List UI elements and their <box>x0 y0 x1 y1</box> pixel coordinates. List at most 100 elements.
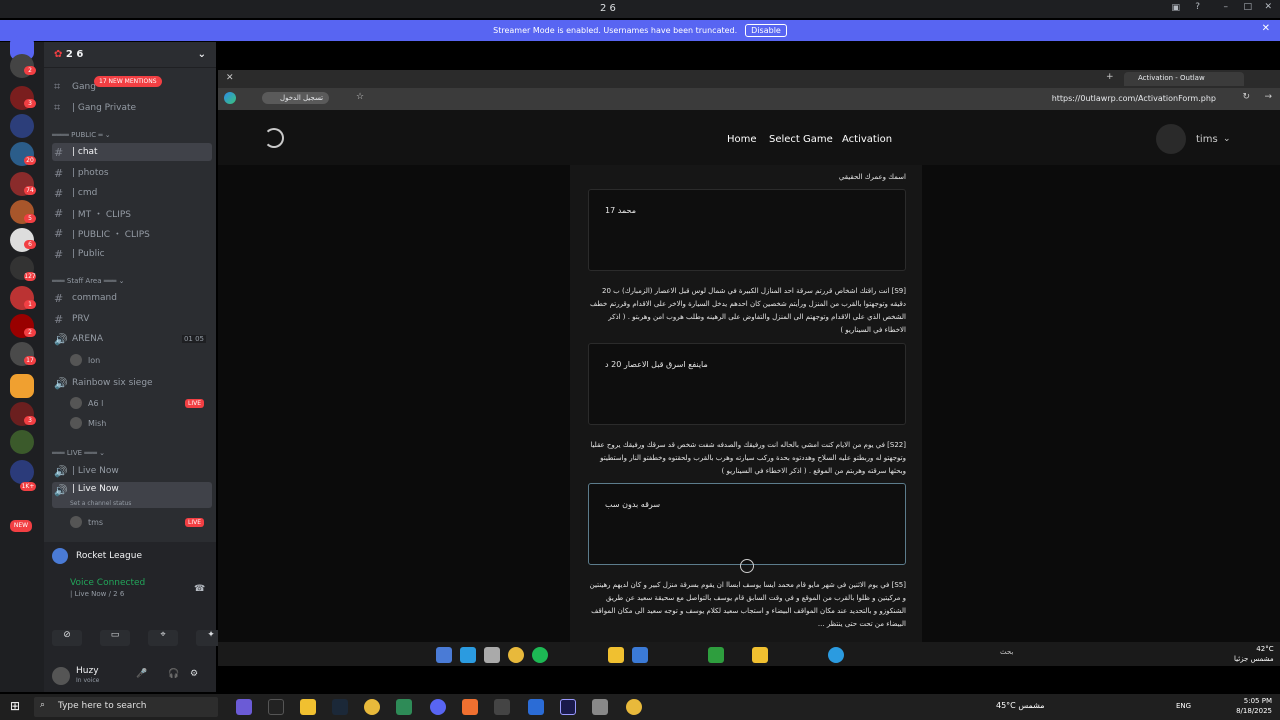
answer-2-textarea[interactable]: ماينفع اسرق قبل الاعصار 20 د <box>588 343 906 425</box>
user-name: Huzy <box>76 666 99 676</box>
telegram-icon[interactable] <box>828 647 844 663</box>
folder-icon[interactable] <box>752 647 768 663</box>
minimize-icon[interactable]: – <box>1224 2 1229 12</box>
tab-activation[interactable]: Activation - Outlaw <box>1124 72 1244 86</box>
disconnect-icon[interactable]: ☎ <box>194 584 205 594</box>
settings-icon[interactable]: ⚙ <box>190 669 198 679</box>
category-public[interactable]: ════ PUBLIC ═ ⌄ <box>52 131 111 139</box>
server-header[interactable]: ✿ 2 6 ⌄ <box>44 42 216 68</box>
edge-icon[interactable] <box>224 92 236 104</box>
address-bar: تسجيل الدخول ☆ https://0utlawrp.com/Acti… <box>218 88 1280 110</box>
voice-user[interactable]: tms LIVE <box>70 516 210 528</box>
chrome-icon[interactable] <box>364 699 380 715</box>
nav-home[interactable]: Home <box>727 134 757 145</box>
steam-icon[interactable] <box>632 647 648 663</box>
folder-icon[interactable] <box>10 374 34 398</box>
close-window-icon[interactable]: ✕ <box>226 73 234 83</box>
remote-taskbar: بحث 42°C مشمس جزئيا <box>218 642 1280 666</box>
voice-channel[interactable]: | Live Now / 2 6 <box>70 590 124 598</box>
channel-rainbow-six[interactable]: 🔊 Rainbow six siege <box>52 374 212 392</box>
chevron-down-icon[interactable]: ⌄ <box>198 49 206 60</box>
weather-widget[interactable]: 45°C مشمس <box>996 701 1045 710</box>
new-tab-icon[interactable]: + <box>1106 72 1114 82</box>
signin-button[interactable]: تسجيل الدخول <box>262 92 330 104</box>
chrome-icon[interactable] <box>626 699 642 715</box>
refresh-icon[interactable]: ↻ <box>1242 92 1250 102</box>
search-icon: ⌕ <box>40 700 46 710</box>
channel-live-now[interactable]: 🔊 | Live Now <box>52 462 212 480</box>
inbox-icon[interactable]: ▣ <box>1171 3 1180 13</box>
app-icon[interactable] <box>484 647 500 663</box>
user-avatar[interactable] <box>52 667 70 685</box>
app-icon[interactable] <box>528 699 544 715</box>
category-staff[interactable]: ═══ Staff Area ═══ ⌄ <box>52 277 124 285</box>
channel-cmd[interactable]: # | cmd <box>52 184 212 202</box>
app-icon[interactable] <box>592 699 608 715</box>
voice-user[interactable]: A6 l LIVE <box>70 397 210 409</box>
steam-icon[interactable] <box>332 699 348 715</box>
app-icon[interactable] <box>236 699 252 715</box>
server-icon[interactable] <box>10 460 34 484</box>
after-effects-icon[interactable] <box>560 699 576 715</box>
remote-search[interactable]: بحث <box>1000 648 1013 656</box>
activity-button[interactable]: ⌖ <box>148 630 178 646</box>
taskbar-search[interactable]: ⌕ Type here to search <box>34 697 218 717</box>
channel-arena[interactable]: 🔊 ARENA 01 05 <box>52 330 212 348</box>
channel-prv[interactable]: # PRV <box>52 310 212 328</box>
speaker-icon: 🔊 <box>54 376 68 390</box>
channel-public[interactable]: # | Public <box>52 245 212 263</box>
app-icon[interactable] <box>396 699 412 715</box>
close-icon[interactable]: ✕ <box>1264 2 1272 12</box>
app-icon[interactable] <box>608 647 624 663</box>
profile-name[interactable]: tims <box>1196 134 1218 145</box>
channel-photos[interactable]: # | photos <box>52 164 212 182</box>
file-explorer-icon[interactable] <box>300 699 316 715</box>
clock[interactable]: 5:05 PM 8/18/2025 <box>1236 696 1272 716</box>
app-icon[interactable] <box>436 647 452 663</box>
channel-label: Gang <box>72 82 96 92</box>
xbox-icon[interactable] <box>708 647 724 663</box>
chevron-down-icon[interactable]: ⌄ <box>1223 134 1231 144</box>
screen-share-button[interactable]: ▭ <box>100 630 130 646</box>
spotify-icon[interactable] <box>532 647 548 663</box>
profile-avatar[interactable] <box>1156 124 1186 154</box>
url-field[interactable]: https://0utlawrp.com/ActivationForm.php <box>1052 94 1216 103</box>
server-icon[interactable] <box>10 114 34 138</box>
channel-gang-private[interactable]: ⌗ | Gang Private <box>52 99 212 117</box>
voice-user[interactable]: lon <box>70 354 100 366</box>
disable-button[interactable]: Disable <box>745 24 787 37</box>
app-icon[interactable] <box>460 647 476 663</box>
forward-icon[interactable]: → <box>1264 92 1272 102</box>
app-icon[interactable] <box>494 699 510 715</box>
microphone-icon[interactable]: 🎤 <box>136 669 147 679</box>
outlaw-logo[interactable] <box>264 128 284 148</box>
channel-label: | Public <box>72 249 105 259</box>
server-badge: 1 <box>24 300 36 309</box>
help-icon[interactable]: ? <box>1195 2 1200 12</box>
category-live[interactable]: ═══ LIVE ═══ ⌄ <box>52 449 105 457</box>
nav-select-game[interactable]: Select Game <box>769 134 833 145</box>
channel-chat[interactable]: # | chat <box>52 143 212 161</box>
activity-row[interactable]: Rocket League <box>52 548 142 564</box>
chrome-icon[interactable] <box>508 647 524 663</box>
app-icon[interactable] <box>268 699 284 715</box>
app-icon[interactable] <box>462 699 478 715</box>
language-indicator[interactable]: ENG <box>1176 702 1191 710</box>
camera-off-button[interactable]: ⊘ <box>52 630 82 646</box>
channel-command[interactable]: # command <box>52 289 212 307</box>
server-icon[interactable] <box>10 430 34 454</box>
new-mentions-badge[interactable]: 17 NEW MENTIONS <box>94 76 162 87</box>
channel-mt-clips[interactable]: # | MT ・ CLIPS <box>52 204 212 222</box>
voice-user[interactable]: Mish <box>70 417 106 429</box>
windows-start-icon[interactable]: ⊞ <box>10 699 20 713</box>
answer-1-textarea[interactable]: محمد 17 <box>588 189 906 271</box>
answer-3-textarea[interactable]: سرقه بدون سب <box>588 483 906 565</box>
discord-icon[interactable] <box>430 699 446 715</box>
channel-public-clips[interactable]: # | PUBLIC ・ CLIPS <box>52 224 212 242</box>
maximize-icon[interactable]: □ <box>1243 2 1252 12</box>
banner-close-icon[interactable]: ✕ <box>1262 23 1270 34</box>
headphones-icon[interactable]: 🎧 <box>168 669 179 679</box>
set-status-link[interactable]: Set a channel status <box>70 500 131 507</box>
favorite-icon[interactable]: ☆ <box>356 92 364 102</box>
nav-activation[interactable]: Activation <box>842 134 892 145</box>
